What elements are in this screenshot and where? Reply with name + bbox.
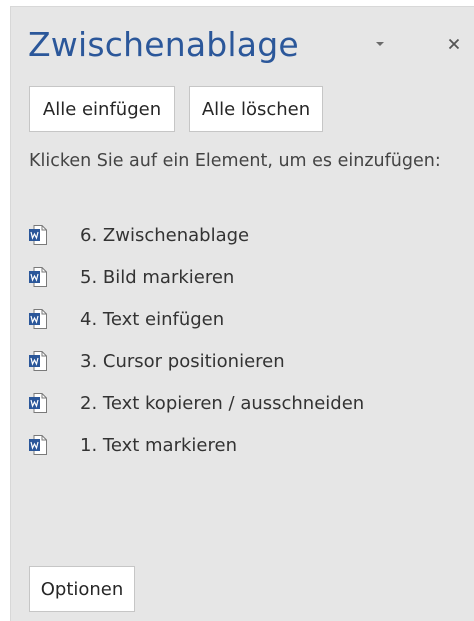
clipboard-item-label: 4. Text einfügen — [80, 308, 225, 330]
clipboard-item[interactable]: 5. Bild markieren — [27, 256, 364, 298]
close-pane-button[interactable] — [441, 31, 467, 57]
clipboard-item-list: 6. Zwischenablage 5. Bild markieren 4. Tex… — [27, 214, 364, 466]
pane-options-dropdown[interactable] — [367, 31, 393, 57]
chevron-down-icon — [376, 42, 384, 46]
clipboard-item[interactable]: 4. Text einfügen — [27, 298, 364, 340]
clipboard-item[interactable]: 1. Text markieren — [27, 424, 364, 466]
close-icon — [448, 38, 460, 50]
clipboard-item[interactable]: 3. Cursor positionieren — [27, 340, 364, 382]
clear-all-button[interactable]: Alle löschen — [189, 86, 323, 132]
pane-title: Zwischenablage — [28, 25, 299, 64]
word-document-icon — [28, 266, 48, 288]
options-button[interactable]: Optionen — [29, 566, 135, 612]
clipboard-item-label: 6. Zwischenablage — [80, 224, 250, 246]
instruction-text: Klicken Sie auf ein Element, um es einzu… — [29, 151, 441, 171]
word-document-icon — [28, 224, 48, 246]
word-document-icon — [28, 308, 48, 330]
paste-all-button[interactable]: Alle einfügen — [29, 86, 175, 132]
clipboard-item-label: 2. Text kopieren / ausschneiden — [80, 392, 365, 414]
clipboard-item-label: 1. Text markieren — [80, 434, 237, 456]
clipboard-pane: Zwischenablage Alle einfügen Alle lösche… — [10, 6, 474, 621]
clipboard-item[interactable]: 2. Text kopieren / ausschneiden — [27, 382, 364, 424]
clipboard-item-label: 5. Bild markieren — [80, 266, 235, 288]
word-document-icon — [28, 392, 48, 414]
word-document-icon — [28, 434, 48, 456]
clipboard-item[interactable]: 6. Zwischenablage — [27, 214, 364, 256]
clipboard-item-label: 3. Cursor positionieren — [80, 350, 285, 372]
word-document-icon — [28, 350, 48, 372]
